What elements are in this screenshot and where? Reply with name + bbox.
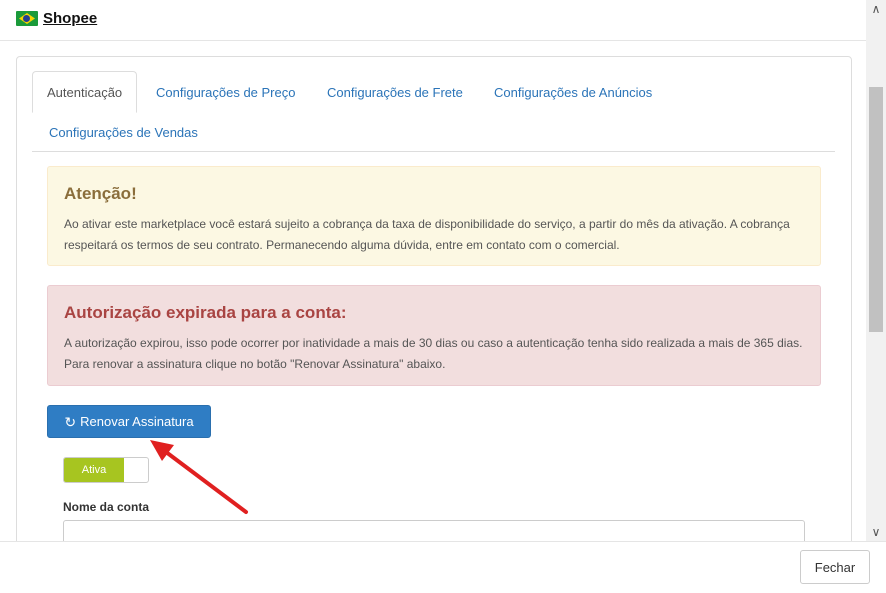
scroll-up-icon[interactable]: ∧ xyxy=(866,0,886,18)
renew-subscription-label: Renovar Assinatura xyxy=(80,414,194,429)
marketplace-title[interactable]: Shopee xyxy=(43,10,97,27)
scroll-down-icon[interactable]: ∨ xyxy=(866,523,886,541)
toggle-on-label: Ativa xyxy=(64,458,124,482)
danger-title: Autorização expirada para a conta: xyxy=(64,303,347,322)
active-toggle[interactable]: Ativa xyxy=(63,457,149,483)
close-button[interactable]: Fechar xyxy=(800,550,870,584)
vertical-scrollbar[interactable]: ∧ ∨ xyxy=(866,0,886,541)
modal-footer: Fechar xyxy=(0,541,886,593)
warning-alert: Atenção! Ao ativar este marketplace você… xyxy=(47,166,821,266)
warning-text: Ao ativar este marketplace você estará s… xyxy=(64,217,790,252)
tab-configuracoes-anuncios[interactable]: Configurações de Anúncios xyxy=(494,85,652,100)
settings-panel: Autenticação Configurações de Preço Conf… xyxy=(16,56,852,558)
danger-text: A autorização expirou, isso pode ocorrer… xyxy=(64,336,803,371)
tab-autenticacao[interactable]: Autenticação xyxy=(32,71,138,113)
renew-subscription-button[interactable]: ↻ Renovar Assinatura xyxy=(47,405,211,438)
account-name-label: Nome da conta xyxy=(63,500,150,514)
tab-configuracoes-preco[interactable]: Configurações de Preço xyxy=(156,85,295,100)
danger-alert: Autorização expirada para a conta: A aut… xyxy=(47,285,821,386)
modal-header: Shopee xyxy=(0,0,866,41)
refresh-icon: ↻ xyxy=(64,413,77,430)
scroll-thumb[interactable] xyxy=(869,87,883,332)
tab-bar: Autenticação Configurações de Preço Conf… xyxy=(32,71,835,152)
tab-configuracoes-vendas[interactable]: Configurações de Vendas xyxy=(49,125,198,140)
warning-title: Atenção! xyxy=(64,184,137,203)
tab-configuracoes-frete[interactable]: Configurações de Frete xyxy=(327,85,463,100)
brazil-flag-icon xyxy=(16,11,38,26)
